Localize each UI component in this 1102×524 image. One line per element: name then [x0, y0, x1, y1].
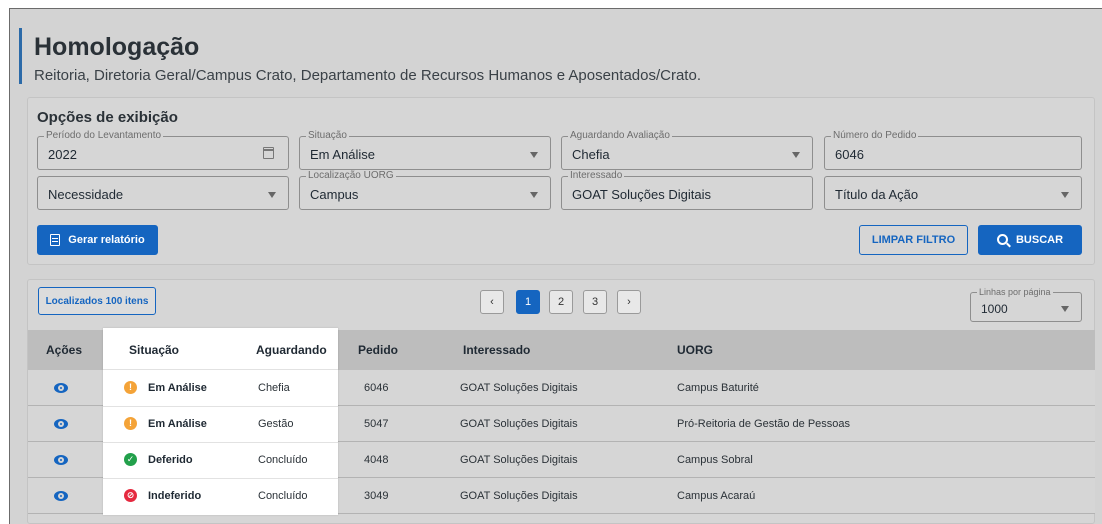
necessidade-select[interactable]: Necessidade	[37, 176, 289, 210]
view-eye-icon[interactable]	[54, 383, 68, 393]
interessado-legend: Interessado	[568, 170, 625, 182]
interessado-value: GOAT Soluções Digitais	[572, 187, 711, 202]
titulo-value: Título da Ação	[835, 187, 919, 202]
buscar-button[interactable]: BUSCAR	[978, 225, 1082, 255]
gerar-relatorio-label: Gerar relatório	[68, 234, 145, 246]
document-icon	[50, 234, 61, 246]
col-header-situacao[interactable]: Situação	[129, 343, 179, 357]
numero-pedido-field[interactable]: Número do Pedido 6046	[824, 130, 1082, 170]
row-uorg: Campus Acaraú	[677, 490, 756, 502]
titulo-select[interactable]: Título da Ação	[824, 176, 1082, 210]
col-header-aguardando[interactable]: Aguardando	[256, 343, 327, 357]
page-title: Homologação	[34, 33, 200, 61]
localizacao-legend: Localização UORG	[306, 170, 396, 182]
row-status: Deferido	[148, 454, 193, 466]
view-eye-icon[interactable]	[54, 491, 68, 501]
calendar-icon[interactable]	[263, 147, 274, 159]
filters-heading: Opções de exibição	[37, 109, 178, 126]
row-divider	[103, 442, 338, 443]
row-aguardando: Concluído	[258, 490, 308, 502]
title-accent-bar	[19, 28, 28, 84]
warning-icon: !	[124, 417, 137, 430]
row-status: Indeferido	[148, 490, 202, 502]
rows-per-page-select[interactable]: Linhas por página 1000	[970, 286, 1082, 322]
row-interessado: GOAT Soluções Digitais	[460, 490, 578, 502]
periodo-legend: Período do Levantamento	[44, 130, 164, 142]
limpar-filtro-button[interactable]: LIMPAR FILTRO	[859, 225, 968, 255]
check-circle-icon: ✓	[124, 453, 137, 466]
periodo-value: 2022	[48, 147, 77, 162]
numero-legend: Número do Pedido	[831, 130, 919, 142]
interessado-field[interactable]: Interessado GOAT Soluções Digitais	[561, 170, 813, 210]
localizacao-value: Campus	[310, 187, 359, 202]
aguardando-legend: Aguardando Avaliação	[568, 130, 672, 142]
pager-page-3[interactable]: 3	[583, 290, 607, 314]
row-aguardando: Concluído	[258, 454, 308, 466]
col-header-acoes: Ações	[46, 343, 83, 357]
col-header-uorg[interactable]: UORG	[677, 343, 713, 357]
row-divider	[103, 369, 338, 370]
row-uorg: Pró-Reitoria de Gestão de Pessoas	[677, 418, 851, 430]
chevron-down-icon	[1061, 306, 1069, 312]
row-divider	[103, 478, 338, 479]
pager-next-button[interactable]: ›	[617, 290, 641, 314]
row-pedido: 3049	[364, 490, 389, 502]
aguardando-select[interactable]: Aguardando Avaliação Chefia	[561, 130, 813, 170]
view-eye-icon[interactable]	[54, 419, 68, 429]
chevron-down-icon	[530, 192, 538, 198]
row-pedido: 4048	[364, 454, 389, 466]
pager-prev-button[interactable]: ‹	[480, 290, 504, 314]
pager-page-2[interactable]: 2	[549, 290, 573, 314]
rows-per-page-legend: Linhas por página	[977, 286, 1053, 298]
warning-icon: !	[124, 381, 137, 394]
blocked-icon: ⊘	[124, 489, 137, 502]
row-interessado: GOAT Soluções Digitais	[460, 454, 578, 466]
numero-value: 6046	[835, 147, 864, 162]
row-pedido: 6046	[364, 382, 389, 394]
row-interessado: GOAT Soluções Digitais	[460, 418, 578, 430]
results-count-button[interactable]: Localizados 100 itens	[38, 287, 156, 315]
page-subtitle: Reitoria, Diretoria Geral/Campus Crato, …	[34, 67, 701, 84]
row-interessado: GOAT Soluções Digitais	[460, 382, 578, 394]
gerar-relatorio-button[interactable]: Gerar relatório	[37, 225, 158, 255]
chevron-down-icon	[792, 152, 800, 158]
buscar-label: BUSCAR	[1015, 234, 1064, 246]
row-divider	[103, 406, 338, 407]
chevron-down-icon	[530, 152, 538, 158]
necessidade-value: Necessidade	[48, 187, 124, 202]
rows-per-page-value: 1000	[981, 302, 1008, 316]
situacao-legend: Situação	[306, 130, 349, 142]
row-uorg: Campus Sobral	[677, 454, 753, 466]
row-status: Em Análise	[148, 418, 207, 430]
limpar-filtro-label: LIMPAR FILTRO	[871, 234, 956, 246]
situacao-select[interactable]: Situação Em Análise	[299, 130, 551, 170]
localizacao-select[interactable]: Localização UORG Campus	[299, 170, 551, 210]
chevron-down-icon	[268, 192, 276, 198]
periodo-field[interactable]: Período do Levantamento 2022	[37, 130, 289, 170]
chevron-down-icon	[1061, 192, 1069, 198]
row-uorg: Campus Baturité	[677, 382, 759, 394]
row-aguardando: Chefia	[258, 382, 290, 394]
col-header-interessado[interactable]: Interessado	[463, 343, 530, 357]
col-header-pedido[interactable]: Pedido	[358, 343, 398, 357]
search-icon	[996, 233, 1008, 245]
row-aguardando: Gestão	[258, 418, 294, 430]
pager-page-1[interactable]: 1	[516, 290, 540, 314]
row-status: Em Análise	[148, 382, 207, 394]
row-pedido: 5047	[364, 418, 389, 430]
situacao-value: Em Análise	[310, 147, 376, 162]
view-eye-icon[interactable]	[54, 455, 68, 465]
aguardando-value: Chefia	[572, 147, 610, 162]
